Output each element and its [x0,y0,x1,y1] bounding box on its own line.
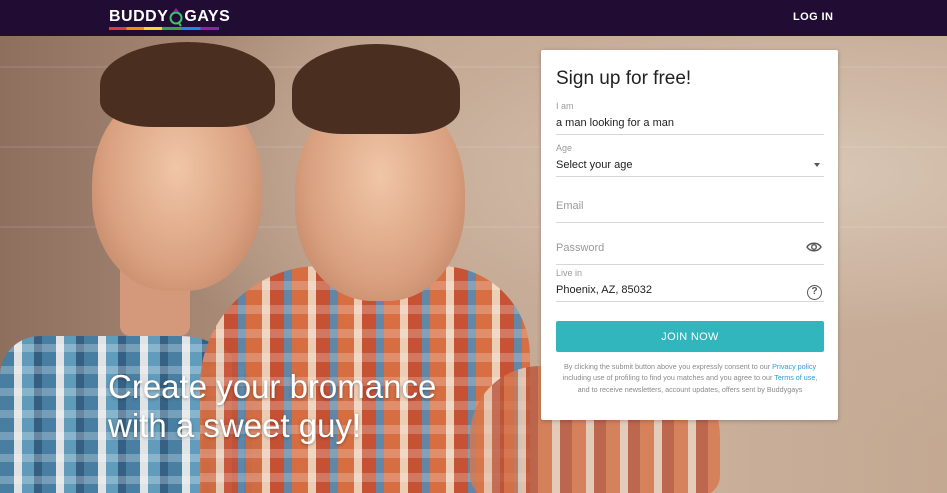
join-now-button[interactable]: JOIN NOW [556,321,824,352]
help-icon[interactable]: ? [807,285,822,300]
hero-headline-line1: Create your bromance [108,368,437,405]
terms-of-use-link[interactable]: Terms of use [774,373,815,382]
age-label: Age [556,143,573,153]
hero-headline-line2: with a sweet guy! [108,407,362,444]
live-in-label: Live in [556,268,583,278]
signup-card: Sign up for free! I am a man looking for… [541,50,838,420]
privacy-policy-link[interactable]: Privacy policy [772,362,816,371]
logo-rainbow-underline [109,27,219,30]
age-select[interactable]: Age Select your age [556,143,824,177]
login-link[interactable]: LOG IN [793,11,833,23]
eye-icon[interactable] [806,240,822,254]
logo[interactable]: BUDDY GAYS [109,6,230,30]
legal-text-1: By clicking the submit button above you … [563,362,771,371]
password-field[interactable]: Password [556,231,824,265]
age-value: Select your age [556,159,633,171]
signup-title: Sign up for free! [556,68,692,89]
logo-mark-icon [169,8,183,27]
chevron-down-icon [814,163,820,167]
legal-text: By clicking the submit button above you … [559,361,821,395]
i-am-label: I am [556,101,574,111]
i-am-value: a man looking for a man [556,117,675,129]
live-in-value: Phoenix, AZ, 85032 [556,284,653,296]
logo-text-right: GAYS [184,8,231,25]
live-in-field[interactable]: Live in Phoenix, AZ, 85032 ? [556,268,824,302]
email-field[interactable]: Email [556,189,824,223]
email-placeholder: Email [556,200,584,212]
logo-text-left: BUDDY [109,8,169,25]
i-am-select[interactable]: I am a man looking for a man [556,101,824,135]
person-left-hair [100,42,275,127]
legal-text-2: including use of profiling to find you m… [562,373,773,383]
hero-headline: Create your bromance with a sweet guy! [108,367,528,445]
top-bar: BUDDY GAYS LOG IN [0,0,947,36]
password-placeholder: Password [556,242,605,254]
person-right-hair [292,44,460,134]
